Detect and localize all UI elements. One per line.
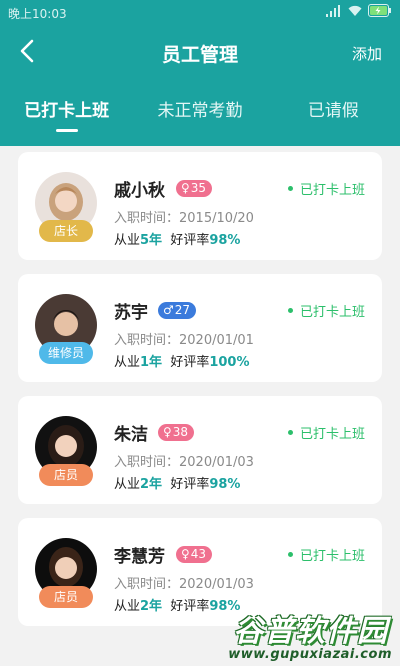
employee-name: 戚小秋 (114, 181, 165, 201)
status-dot-icon (287, 552, 293, 557)
attendance-status: 已打卡上班 (287, 301, 365, 320)
employee-name: 李慧芳 (114, 547, 165, 567)
status-dot-icon (287, 430, 293, 435)
status-label: 已打卡上班 (299, 305, 365, 320)
status-label: 已打卡上班 (299, 549, 365, 564)
hire-date-value: 2020/01/03 (179, 455, 254, 470)
tab-on-leave[interactable]: 已请假 (267, 82, 400, 146)
rating-label: 好评率 (170, 477, 210, 492)
role-badge: 店员 (39, 464, 93, 486)
employee-stats: 从业1年 好评率100% (114, 351, 250, 370)
status-bar: 晚上10:03 (0, 0, 400, 24)
attendance-status: 已打卡上班 (287, 179, 365, 198)
employee-stats: 从业2年 好评率98% (114, 595, 240, 614)
back-button[interactable] (10, 36, 44, 70)
hire-date: 入职时间：2020/01/01 (114, 329, 254, 348)
rating-label: 好评率 (170, 599, 210, 614)
hire-date-label: 入职时间： (114, 333, 180, 348)
avatar-wrap: 店长 (35, 172, 97, 246)
signal-icon (326, 4, 342, 17)
hire-date-value: 2020/01/01 (179, 333, 254, 348)
app-header: 晚上10:03 员工管理 添加 已打卡上班 未正常考勤 已请假 (0, 0, 400, 146)
gender-age-tag: ♀35 (176, 180, 213, 197)
hire-date-label: 入职时间： (114, 211, 180, 226)
avatar-wrap: 店员 (35, 538, 97, 612)
years-value: 5年 (140, 233, 163, 248)
rating-label: 好评率 (170, 233, 210, 248)
rating-value: 98% (209, 599, 241, 614)
role-badge: 维修员 (39, 342, 93, 364)
female-icon: ♀ (181, 181, 190, 195)
gender-age-tag: ♂27 (158, 302, 197, 319)
tab-abnormal-attendance[interactable]: 未正常考勤 (133, 82, 266, 146)
hire-date: 入职时间：2020/01/03 (114, 451, 254, 470)
tab-checked-in[interactable]: 已打卡上班 (0, 82, 133, 146)
employee-name: 朱洁 (114, 425, 148, 445)
hire-date: 入职时间：2015/10/20 (114, 207, 254, 226)
hire-date-value: 2020/01/03 (179, 577, 254, 592)
back-arrow-icon (19, 39, 35, 67)
age-value: 35 (190, 181, 207, 195)
years-label: 从业 (114, 477, 141, 492)
status-label: 已打卡上班 (299, 427, 365, 442)
hire-date: 入职时间：2020/01/03 (114, 573, 254, 592)
male-icon: ♂ (163, 303, 174, 317)
role-badge: 店长 (39, 220, 93, 242)
female-icon: ♀ (163, 425, 172, 439)
rating-value: 98% (209, 233, 241, 248)
age-value: 27 (174, 303, 191, 317)
rating-value: 100% (209, 355, 250, 370)
years-label: 从业 (114, 355, 141, 370)
age-value: 38 (172, 425, 189, 439)
employee-list: 店长 戚小秋 ♀35 入职时间：2015/10/20 从业5年 好评率98% 已… (18, 152, 382, 640)
employee-stats: 从业5年 好评率98% (114, 229, 240, 248)
age-value: 43 (190, 547, 207, 561)
hire-date-value: 2015/10/20 (179, 211, 254, 226)
attendance-status: 已打卡上班 (287, 423, 365, 442)
years-value: 1年 (140, 355, 163, 370)
employee-card[interactable]: 店长 戚小秋 ♀35 入职时间：2015/10/20 从业5年 好评率98% 已… (18, 152, 382, 260)
status-time: 晚上10:03 (8, 7, 67, 21)
employee-card[interactable]: 维修员 苏宇 ♂27 入职时间：2020/01/01 从业1年 好评率100% … (18, 274, 382, 382)
attendance-status: 已打卡上班 (287, 545, 365, 564)
attendance-tabs: 已打卡上班 未正常考勤 已请假 (0, 82, 400, 146)
wifi-icon (348, 5, 362, 17)
top-bar: 员工管理 添加 (0, 24, 400, 82)
years-value: 2年 (140, 477, 163, 492)
watermark-url: www.gupuxiazai.com (228, 647, 392, 662)
rating-value: 98% (209, 477, 241, 492)
years-label: 从业 (114, 233, 141, 248)
employee-card[interactable]: 店员 李慧芳 ♀43 入职时间：2020/01/03 从业2年 好评率98% 已… (18, 518, 382, 626)
employee-name: 苏宇 (114, 303, 148, 323)
status-dot-icon (287, 308, 293, 313)
avatar-wrap: 维修员 (35, 294, 97, 368)
role-badge: 店员 (39, 586, 93, 608)
avatar-wrap: 店员 (35, 416, 97, 490)
hire-date-label: 入职时间： (114, 577, 180, 592)
employee-card[interactable]: 店员 朱洁 ♀38 入职时间：2020/01/03 从业2年 好评率98% 已打… (18, 396, 382, 504)
employee-stats: 从业2年 好评率98% (114, 473, 240, 492)
page-title: 员工管理 (161, 44, 238, 66)
status-icons (326, 4, 392, 17)
years-value: 2年 (140, 599, 163, 614)
years-label: 从业 (114, 599, 141, 614)
hire-date-label: 入职时间： (114, 455, 180, 470)
gender-age-tag: ♀43 (176, 546, 213, 563)
female-icon: ♀ (181, 547, 190, 561)
status-label: 已打卡上班 (299, 183, 365, 198)
status-dot-icon (287, 186, 293, 191)
gender-age-tag: ♀38 (158, 424, 195, 441)
rating-label: 好评率 (170, 355, 210, 370)
battery-charging-icon (368, 4, 392, 17)
add-employee-button[interactable]: 添加 (352, 43, 382, 64)
